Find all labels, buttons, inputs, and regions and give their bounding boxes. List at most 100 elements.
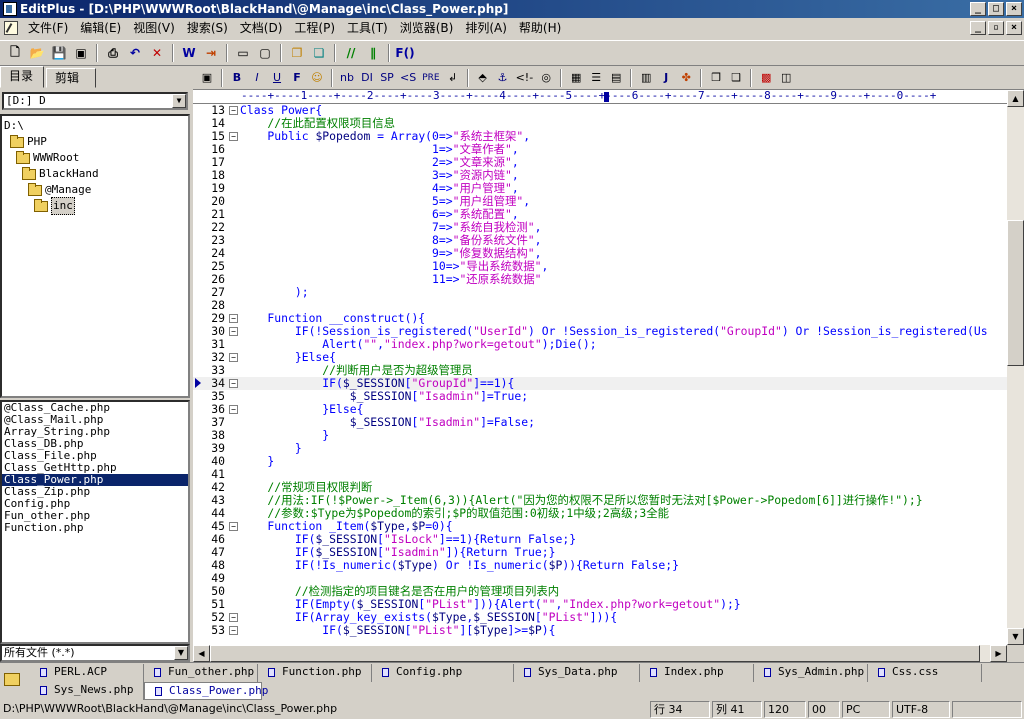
menu-tools[interactable]: 工具(T)	[341, 18, 394, 38]
scroll-up-button[interactable]: ▲	[1007, 90, 1024, 107]
window-icon[interactable]: ▭	[233, 43, 253, 63]
tree-node-php[interactable]: PHP	[10, 134, 47, 150]
doc-tab[interactable]: Fun_other.php	[144, 664, 258, 682]
menu-edit[interactable]: 编辑(E)	[74, 18, 127, 38]
word-wrap-icon[interactable]: W	[179, 43, 199, 63]
layer-icon[interactable]: ❑	[727, 68, 745, 88]
drive-select[interactable]: [D:] D ▼	[2, 92, 188, 110]
scroll-left-button[interactable]: ◀	[193, 645, 210, 662]
code-line[interactable]: 40 }	[193, 455, 1007, 468]
open-folder-icon[interactable]: 📂	[27, 43, 47, 63]
tab-directory[interactable]: 目录	[0, 66, 44, 88]
file-item[interactable]: Function.php	[2, 522, 188, 534]
panel-icon[interactable]: ◫	[777, 68, 795, 88]
font-button[interactable]: F	[288, 68, 306, 88]
span-button[interactable]: SP	[378, 68, 396, 88]
fold-toggle-icon[interactable]: −	[229, 626, 238, 635]
color-picker-icon[interactable]: ▩	[757, 68, 775, 88]
fold-toggle-icon[interactable]: −	[229, 314, 238, 323]
menu-view[interactable]: 视图(V)	[127, 18, 181, 38]
code-line[interactable]: 38 }	[193, 429, 1007, 442]
nbsp-button[interactable]: nb	[338, 68, 356, 88]
menu-help[interactable]: 帮助(H)	[513, 18, 567, 38]
menu-file[interactable]: 文件(F)	[22, 18, 74, 38]
save-icon[interactable]: 💾	[49, 43, 69, 63]
table-icon[interactable]: ▦	[567, 68, 585, 88]
comment-icon[interactable]: //	[341, 43, 361, 63]
list-icon[interactable]: ☰	[587, 68, 605, 88]
hr-icon[interactable]: ▤	[607, 68, 625, 88]
h-scroll-thumb[interactable]	[210, 645, 980, 662]
tree-node-inc[interactable]: inc	[34, 197, 75, 215]
doc-tab[interactable]: Css.css	[868, 664, 982, 682]
maximize-button[interactable]: □	[988, 2, 1004, 16]
horizontal-scrollbar[interactable]: ◀ ▶	[193, 645, 1007, 662]
color-icon[interactable]: ☺	[308, 68, 326, 88]
javascript-button[interactable]: J	[657, 68, 675, 88]
doc-tab-active[interactable]: Class_Power.php	[144, 682, 268, 700]
delete-icon[interactable]: ✕	[147, 43, 167, 63]
doc-tab[interactable]: Sys_Data.php	[514, 664, 640, 682]
vertical-scrollbar[interactable]: ▲ ▼	[1007, 90, 1024, 645]
fold-toggle-icon[interactable]: −	[229, 106, 238, 115]
target-icon[interactable]: ◎	[537, 68, 555, 88]
new-file-icon[interactable]: 🗋	[5, 43, 25, 63]
doc-tab[interactable]: PERL.ACP	[30, 664, 144, 682]
tree-node-blackhand[interactable]: BlackHand	[22, 166, 99, 182]
comment-tag-icon[interactable]: <!-	[514, 68, 536, 88]
fullscreen-icon[interactable]: ▢	[255, 43, 275, 63]
browser-preview-icon[interactable]: ▣	[198, 68, 216, 88]
doc-close-button[interactable]: ×	[1006, 21, 1022, 35]
scroll-right-button[interactable]: ▶	[990, 645, 1007, 662]
chevron-down-icon[interactable]: ▼	[174, 646, 188, 660]
fold-toggle-icon[interactable]: −	[229, 353, 238, 362]
fold-toggle-icon[interactable]: −	[229, 379, 238, 388]
doc-restore-button[interactable]: ▫	[988, 21, 1004, 35]
undo-icon[interactable]: ↶	[125, 43, 145, 63]
div-button[interactable]: DI	[358, 68, 376, 88]
folder-icon[interactable]	[4, 673, 20, 686]
fold-toggle-icon[interactable]: −	[229, 132, 238, 141]
code-line[interactable]: 53− IF($_SESSION["PList"][$Type]>=$P){	[193, 624, 1007, 637]
code-line[interactable]: 26 11=>"还原系统数据"	[193, 273, 1007, 286]
s-button[interactable]: <S	[398, 68, 418, 88]
italic-button[interactable]: I	[248, 68, 266, 88]
doc-tab[interactable]: Config.php	[372, 664, 514, 682]
fold-toggle-icon[interactable]: −	[229, 405, 238, 414]
tile-icon[interactable]: ❏	[309, 43, 329, 63]
uncomment-icon[interactable]: ∥	[363, 43, 383, 63]
pre-button[interactable]: PRE	[420, 68, 441, 88]
function-list-icon[interactable]: F()	[395, 43, 415, 63]
code-area[interactable]: 13− Class Power{14 //在此配置权限项目信息 15− Public…	[193, 104, 1007, 645]
fold-toggle-icon[interactable]: −	[229, 327, 238, 336]
form-icon[interactable]: ▥	[637, 68, 655, 88]
tree-node-wwwroot[interactable]: WWWRoot	[16, 150, 79, 166]
cascade-icon[interactable]: ❐	[287, 43, 307, 63]
chevron-down-icon[interactable]: ▼	[172, 94, 186, 108]
tab-clipboard[interactable]: 剪辑	[46, 68, 96, 88]
doc-tab[interactable]: Sys_News.php	[30, 682, 144, 700]
minimize-button[interactable]: _	[970, 2, 986, 16]
file-filter-select[interactable]: 所有文件 (*.*) ▼	[0, 644, 190, 662]
tree-node-root[interactable]: D:\	[4, 118, 24, 134]
menu-document[interactable]: 文档(D)	[234, 18, 289, 38]
close-button[interactable]: ×	[1006, 2, 1022, 16]
plugin-icon[interactable]: ✤	[677, 68, 695, 88]
menu-search[interactable]: 搜索(S)	[181, 18, 234, 38]
scroll-down-button[interactable]: ▼	[1007, 628, 1024, 645]
doc-tab[interactable]: Function.php	[258, 664, 372, 682]
image-icon[interactable]: ⬘	[474, 68, 492, 88]
anchor-icon[interactable]: ⚓	[494, 68, 512, 88]
bold-button[interactable]: B	[228, 68, 246, 88]
doc-minimize-button[interactable]: _	[970, 21, 986, 35]
doc-tab[interactable]: Index.php	[640, 664, 754, 682]
print-icon[interactable]: ⎙	[103, 43, 123, 63]
code-line[interactable]: 27 );	[193, 286, 1007, 299]
fold-toggle-icon[interactable]: −	[229, 522, 238, 531]
doc-tab[interactable]: Sys_Admin.php	[754, 664, 868, 682]
tree-node-manage[interactable]: @Manage	[28, 182, 91, 198]
code-line[interactable]: 39 }	[193, 442, 1007, 455]
menu-browser[interactable]: 浏览器(B)	[394, 18, 460, 38]
underline-button[interactable]: U	[268, 68, 286, 88]
save-all-icon[interactable]: ▣	[71, 43, 91, 63]
